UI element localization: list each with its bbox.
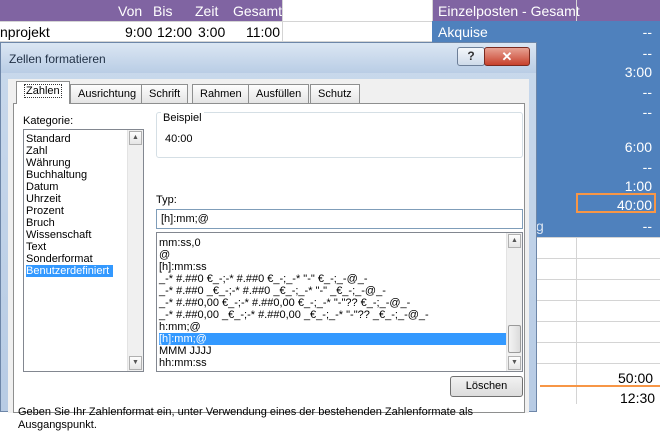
list-item[interactable]: Uhrzeit: [26, 193, 61, 205]
dialog-client: Zahlen Ausrichtung Schrift Rahmen Ausfül…: [8, 79, 529, 431]
list-item[interactable]: [h]:mm:ss: [159, 261, 207, 273]
tab-rahmen[interactable]: Rahmen: [192, 84, 250, 103]
tab-label: Zahlen: [24, 84, 62, 98]
summary-cell[interactable]: 6:00: [625, 139, 652, 155]
header-bis[interactable]: Bis: [153, 3, 172, 19]
list-item[interactable]: Währung: [26, 157, 71, 169]
tab-zahlen[interactable]: Zahlen: [16, 81, 70, 104]
list-item[interactable]: mm:ss,0: [159, 237, 201, 249]
list-item[interactable]: Prozent: [26, 205, 64, 217]
scroll-up-icon[interactable]: ▲: [508, 234, 521, 248]
list-item[interactable]: h:mm;@: [159, 321, 201, 333]
type-label: Typ:: [156, 194, 177, 206]
summary-cell[interactable]: --: [643, 218, 652, 234]
cell-bis[interactable]: 12:00: [157, 24, 192, 40]
cell-von[interactable]: 9:00: [125, 24, 152, 40]
list-item[interactable]: Bruch: [26, 217, 55, 229]
tab-ausrichtung[interactable]: Ausrichtung: [70, 84, 145, 103]
list-item[interactable]: MMM JJJJ: [159, 345, 212, 357]
list-item[interactable]: _-* #.##0 _€_-;-* #.##0 _€_-;_-* "-" _€_…: [159, 285, 386, 297]
border-line: [540, 385, 660, 387]
list-item[interactable]: _-* #.##0,00 _€_-;-* #.##0,00 _€_-;_-* "…: [159, 309, 429, 321]
help-button[interactable]: ?: [457, 47, 485, 66]
summary-cell[interactable]: --: [643, 24, 652, 40]
summary-cell[interactable]: --: [643, 159, 652, 175]
header-gesamt[interactable]: Gesamt: [233, 3, 282, 19]
header-zeit[interactable]: Zeit: [195, 3, 218, 19]
list-item[interactable]: _-* #.##0,00 €_-;-* #.##0,00 €_-;_-* "-"…: [159, 297, 410, 309]
example-label: Beispiel: [161, 112, 204, 124]
category-label: Kategorie:: [23, 115, 74, 127]
description-text: Geben Sie Ihr Zahlenformat ein, unter Ve…: [18, 406, 473, 431]
summary-cell[interactable]: --: [643, 45, 652, 61]
tab-schrift[interactable]: Schrift: [141, 84, 189, 103]
delete-button[interactable]: Löschen: [450, 376, 523, 397]
header-einzelposten[interactable]: Einzelposten - Gesamt: [438, 3, 580, 19]
list-item-selected[interactable]: [h]:mm;@: [159, 333, 506, 345]
example-group: Beispiel 40:00: [156, 112, 523, 158]
example-value: 40:00: [165, 133, 193, 145]
cell-total[interactable]: 50:00: [618, 370, 653, 386]
format-cells-dialog: Zellen formatieren ? ✕ Zahlen Ausrichtun…: [0, 42, 537, 431]
list-item[interactable]: @: [159, 249, 170, 261]
summary-cell[interactable]: 1:00: [625, 178, 652, 194]
tab-ausfuellen[interactable]: Ausfüllen: [248, 84, 310, 103]
category-scrollbar[interactable]: ▲ ▼: [127, 130, 143, 371]
scroll-down-icon[interactable]: ▼: [508, 356, 521, 370]
cell-gesamt[interactable]: 11:00: [246, 24, 280, 40]
list-item[interactable]: Standard: [26, 133, 71, 145]
summary-cell[interactable]: --: [643, 104, 652, 120]
format-list[interactable]: mm:ss,0 @ [h]:mm:ss _-* #.##0 €_-;-* #.#…: [156, 232, 523, 372]
cell-zeit[interactable]: 3:00: [198, 24, 225, 40]
format-scrollbar[interactable]: ▲ ▼: [506, 233, 522, 371]
list-item[interactable]: Text: [26, 241, 46, 253]
cell-project-name[interactable]: nprojekt: [0, 24, 50, 40]
active-cell-border: [576, 193, 656, 213]
tab-panel-zahlen: Kategorie: Standard Zahl Währung Buchhal…: [13, 103, 525, 431]
list-item[interactable]: Wissenschaft: [26, 229, 91, 241]
list-item-selected[interactable]: Benutzerdefiniert: [26, 265, 114, 277]
header-von[interactable]: Von: [118, 3, 142, 19]
list-item[interactable]: _-* #.##0 €_-;-* #.##0 €_-;_-* "-" €_-;_…: [159, 273, 368, 285]
list-item[interactable]: Buchhaltung: [26, 169, 87, 181]
list-item[interactable]: Sonderformat: [26, 253, 93, 265]
dialog-titlebar[interactable]: Zellen formatieren ? ✕: [1, 43, 536, 73]
type-input[interactable]: [h]:mm;@: [156, 209, 523, 229]
cell-akquise[interactable]: Akquise: [438, 24, 488, 40]
list-item[interactable]: Zahl: [26, 145, 47, 157]
scroll-up-icon[interactable]: ▲: [129, 131, 142, 145]
summary-cell[interactable]: --: [643, 84, 652, 100]
summary-cell[interactable]: 3:00: [625, 64, 652, 80]
category-list[interactable]: Standard Zahl Währung Buchhaltung Datum …: [23, 129, 144, 372]
list-item[interactable]: hh:mm:ss: [159, 357, 207, 369]
close-button[interactable]: ✕: [484, 47, 530, 66]
dialog-title: Zellen formatieren: [9, 52, 106, 66]
summary-cell-partial[interactable]: g: [536, 218, 544, 234]
scroll-thumb[interactable]: [508, 325, 521, 353]
scroll-down-icon[interactable]: ▼: [129, 356, 142, 370]
tab-schutz[interactable]: Schutz: [310, 84, 360, 103]
list-item[interactable]: Datum: [26, 181, 58, 193]
